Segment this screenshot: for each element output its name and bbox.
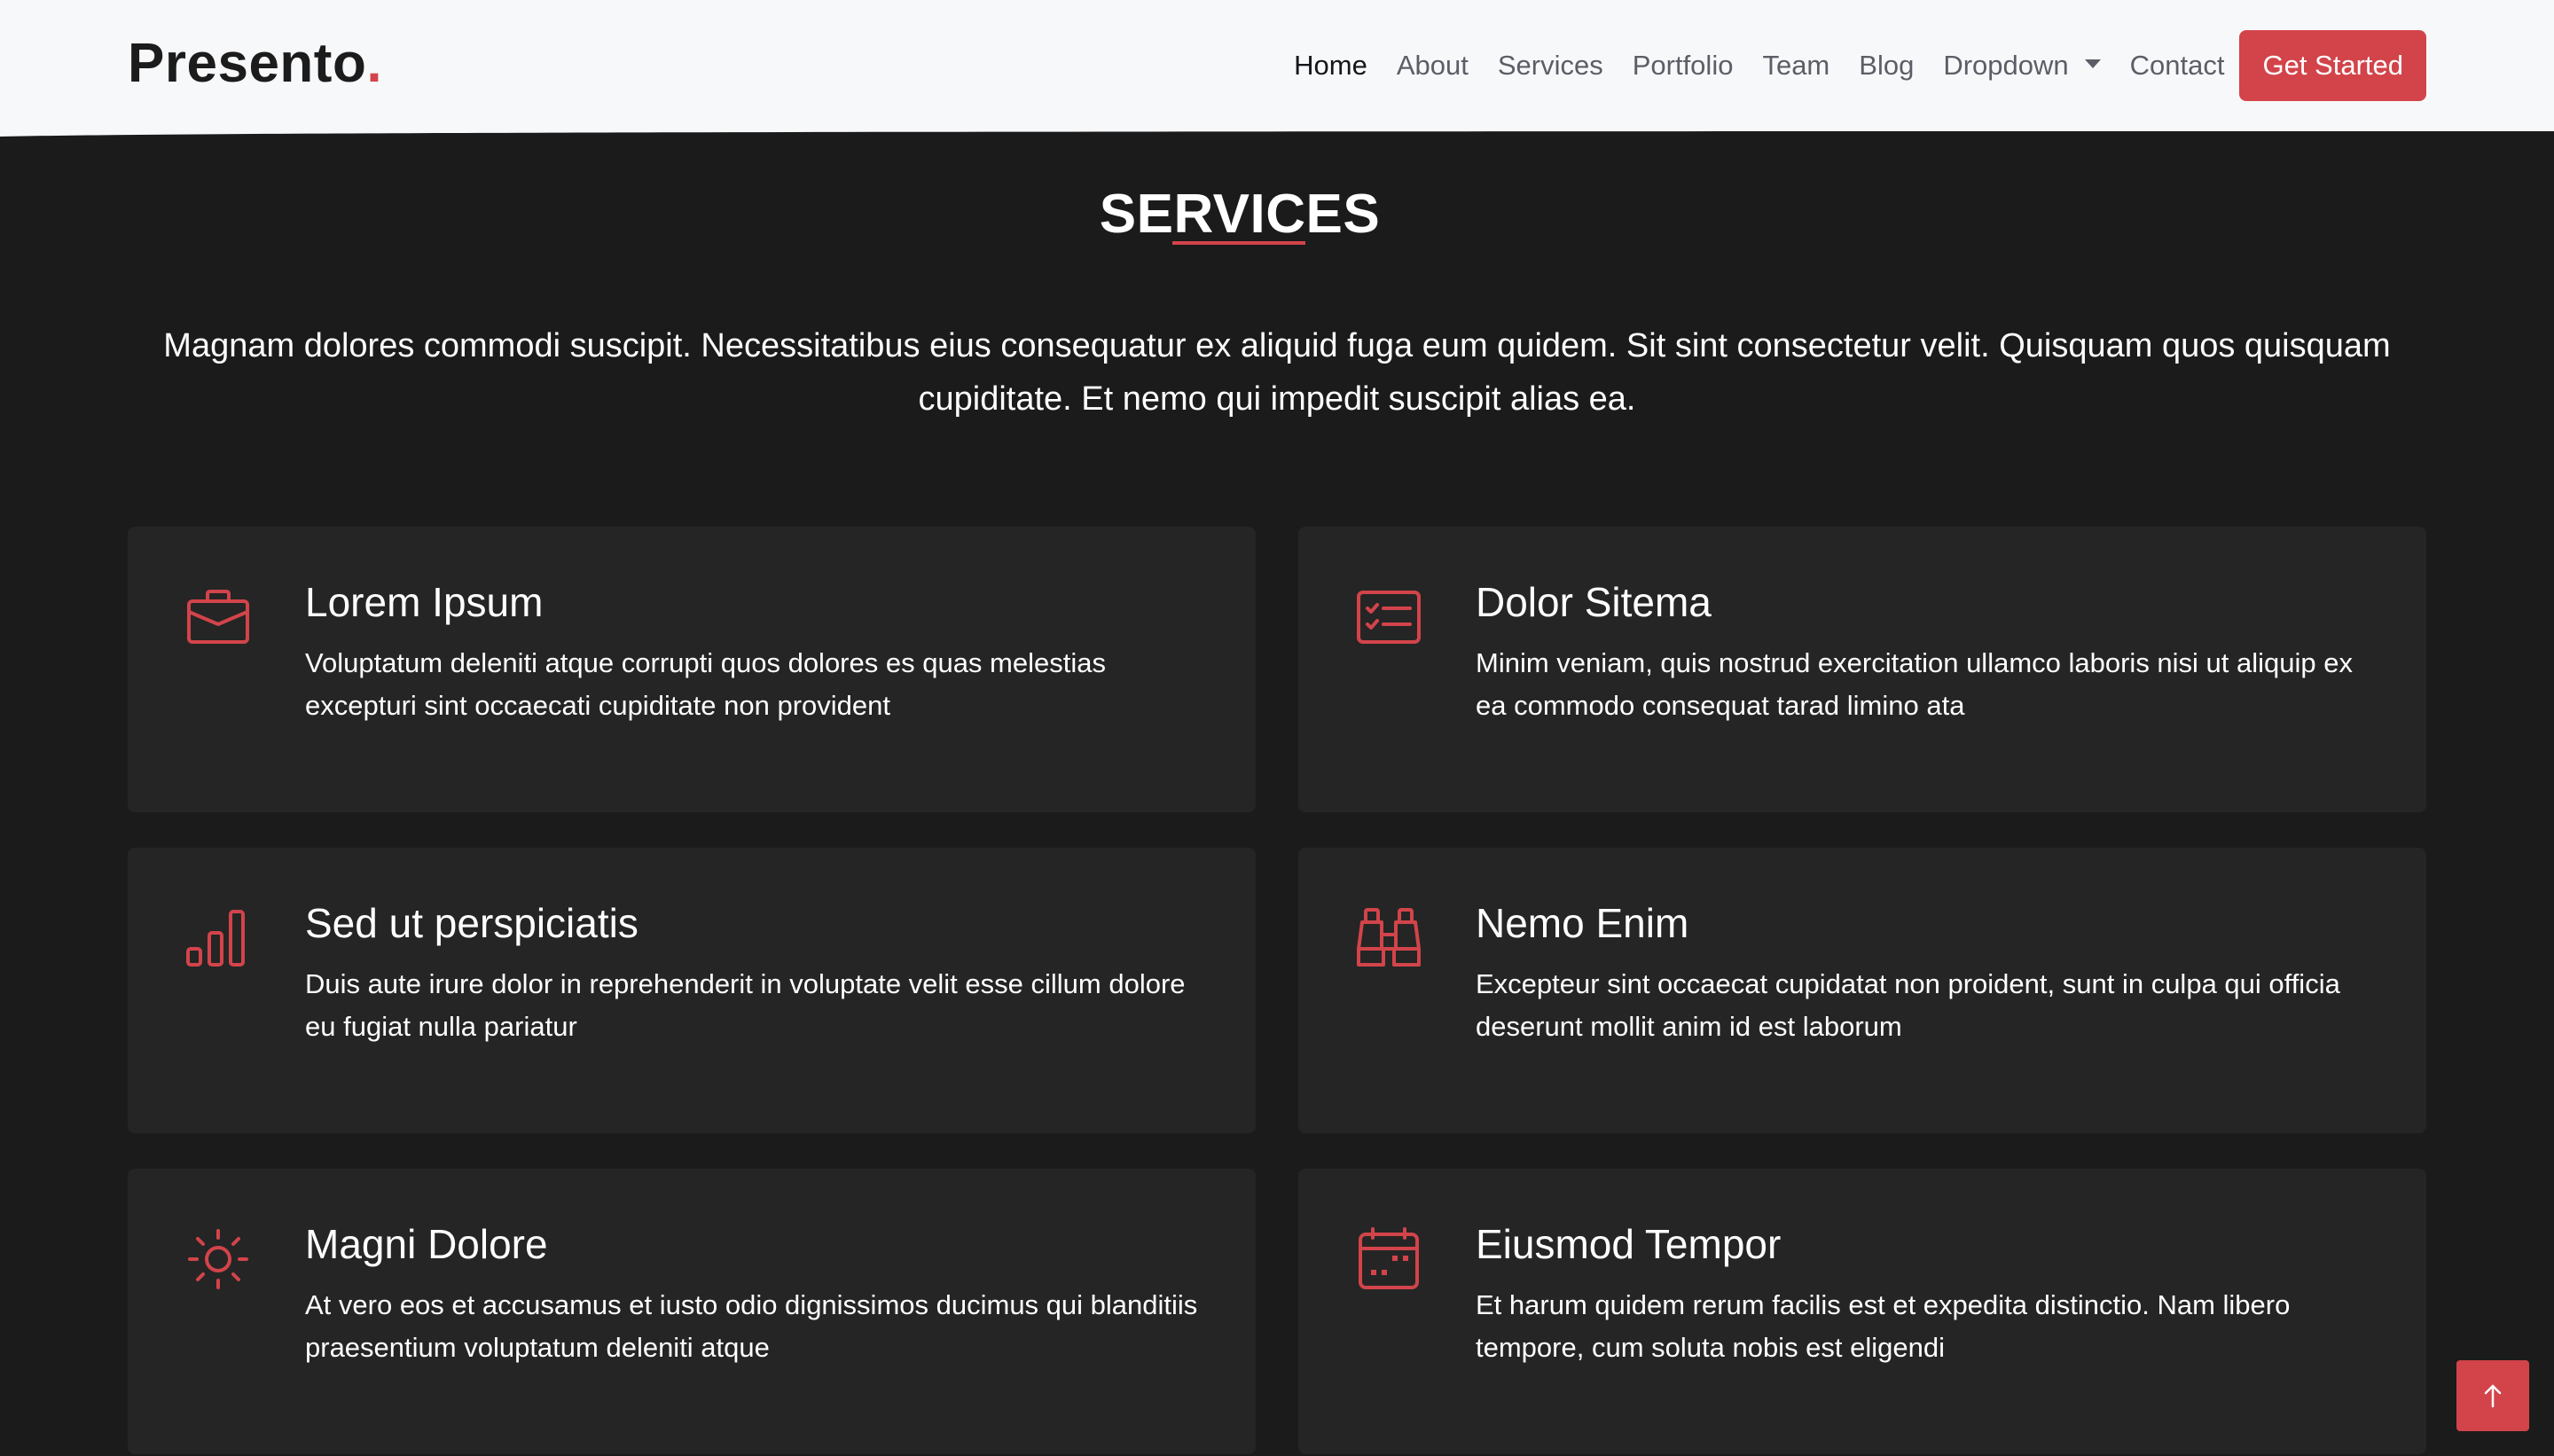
nav-item-services[interactable]: Services [1498,50,1603,82]
card-checklist-icon [1353,582,1424,653]
nav-item-about[interactable]: About [1397,50,1469,82]
logo-text: Presento [128,33,367,94]
chevron-down-icon [2084,59,2101,68]
nav-item-label: Portfolio [1632,50,1734,81]
calendar-icon [1353,1224,1424,1295]
nav-item-label: Contact [2129,50,2225,81]
nav-item-home[interactable]: Home [1294,50,1367,82]
section-description: Magnam dolores commodi suscipit. Necessi… [163,327,2391,418]
nav-item-label: Home [1294,50,1367,81]
service-description: Et harum quidem rerum facilis est et exp… [1476,1289,2291,1363]
section-title: SERVICES [1099,184,1381,245]
service-card[interactable]: Sed ut perspiciatis Duis aute irure dolo… [128,848,1256,1133]
nav-item-label: Services [1497,50,1603,81]
logo[interactable]: Presento. [128,32,382,95]
nav-item-label: About [1396,50,1469,81]
nav-item-label: Blog [1859,50,1915,81]
nav-item-team[interactable]: Team [1762,50,1829,82]
service-title: Eiusmod Tempor [1476,1221,1782,1267]
service-title: Magni Dolore [305,1221,548,1267]
service-description: Voluptatum deleniti atque corrupti quos … [305,647,1106,721]
service-card[interactable]: Eiusmod Tempor Et harum quidem rerum fac… [1298,1169,2426,1454]
briefcase-icon [183,582,254,653]
site-header: Presento. Home About Services Portfolio … [0,0,2554,131]
service-card[interactable]: Magni Dolore At vero eos et accusamus et… [128,1169,1256,1454]
service-description: Excepteur sint occaecat cupidatat non pr… [1476,968,2340,1042]
service-title: Dolor Sitema [1476,579,1712,625]
brightness-icon [183,1224,254,1295]
service-title: Lorem Ipsum [305,579,544,625]
title-underline [1172,241,1305,245]
service-card[interactable]: Nemo Enim Excepteur sint occaecat cupida… [1298,848,2426,1133]
service-card[interactable]: Lorem Ipsum Voluptatum deleniti atque co… [128,527,1256,812]
main-nav: Home About Services Portfolio Team Blog … [1265,30,2426,101]
arrow-up-icon [2484,1384,2502,1408]
nav-item-label: Team [1762,50,1830,81]
header-bottom-curve [0,129,2554,137]
service-description: Minim veniam, quis nostrud exercitation … [1476,647,2354,721]
get-started-button[interactable]: Get Started [2239,30,2426,101]
service-title: Nemo Enim [1476,900,1689,946]
nav-item-contact[interactable]: Contact [2130,50,2225,82]
nav-item-portfolio[interactable]: Portfolio [1633,50,1734,82]
nav-item-label: Dropdown [1943,50,2069,81]
binoculars-icon [1353,903,1424,974]
service-description: At vero eos et accusamus et iusto odio d… [305,1289,1198,1363]
bar-chart-icon [183,903,254,974]
logo-dot: . [366,33,383,94]
service-card[interactable]: Dolor Sitema Minim veniam, quis nostrud … [1298,527,2426,812]
service-description: Duis aute irure dolor in reprehenderit i… [305,968,1186,1042]
service-title: Sed ut perspiciatis [305,900,638,946]
back-to-top-button[interactable] [2456,1360,2529,1431]
nav-item-dropdown[interactable]: Dropdown [1943,50,2101,82]
page: Presento. Home About Services Portfolio … [0,0,2554,1456]
nav-item-blog[interactable]: Blog [1859,50,1914,82]
